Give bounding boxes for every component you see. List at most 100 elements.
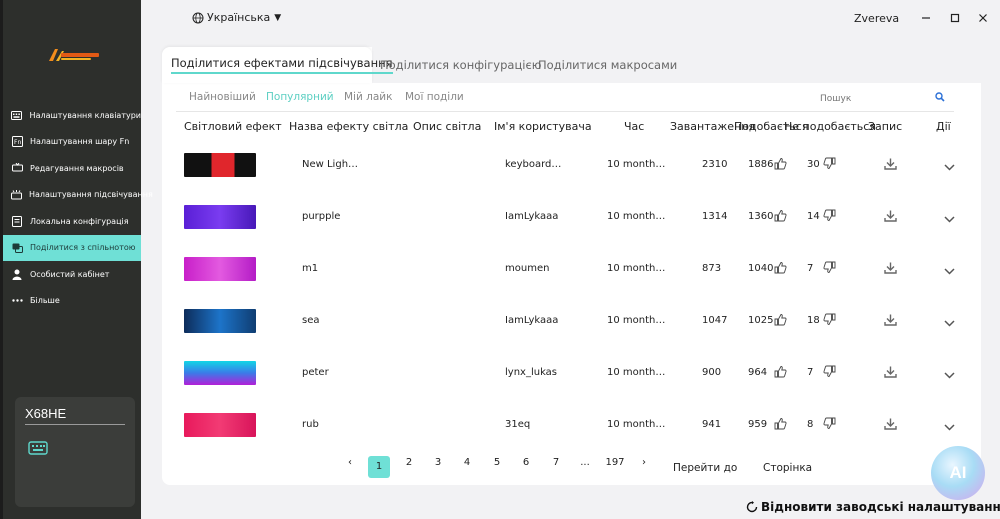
subtab-newest[interactable]: Найновіший [189,91,256,103]
sidebar-item-label: Налаштування клавіатури [29,110,141,120]
thumbs-up-icon[interactable] [774,417,787,433]
tab-share-lighting[interactable]: Поділитися ефектами підсвічування [162,47,393,83]
subtab-my-shares[interactable]: Мої поділи [405,91,464,103]
thumbs-down-icon[interactable] [823,261,836,277]
subtab-popular[interactable]: Популярний [266,91,334,103]
pagination-next[interactable]: › [633,457,655,468]
username-cell: 31eq [505,419,531,430]
share-icon [11,242,23,254]
effect-name: peter [302,367,329,378]
effect-name: m1 [302,263,319,274]
effect-thumbnail [184,309,256,333]
download-icon[interactable] [884,418,897,433]
pagination-page[interactable]: 6 [515,457,537,468]
likes-cell: 1040 [748,263,774,274]
table-row[interactable]: sea IamLykaaa 10 month… 1047 1025 18 [162,307,981,359]
pagination-page[interactable]: 5 [486,457,508,468]
chevron-down-icon[interactable] [944,213,955,226]
thumbs-down-icon[interactable] [823,313,836,329]
caret-down-icon: ▼ [274,12,282,23]
pagination-prev[interactable]: ‹ [339,457,361,468]
sidebar-item-light[interactable]: Налаштування підсвічування [3,182,153,209]
chevron-down-icon[interactable] [944,421,955,434]
chevron-down-icon[interactable] [944,161,955,174]
factory-reset-button[interactable]: Відновити заводські налаштування [746,500,1000,514]
brand-logo [47,46,101,64]
sidebar-item-person[interactable]: Особистий кабінет [3,261,141,288]
minimize-button[interactable] [918,10,934,26]
keyboard-icon[interactable] [28,441,48,458]
sidebar-item-config[interactable]: Локальна конфігурація [3,208,141,235]
chevron-down-icon[interactable] [944,317,955,330]
sidebar-item-label: Поділитися з спільнотою [30,243,136,253]
main-panel: Поділитися ефектами підсвічування Поділи… [162,47,981,485]
download-icon[interactable] [884,158,897,173]
factory-reset-label: Відновити заводські налаштування [761,500,1000,514]
sidebar-item-share[interactable]: Поділитися з спільнотою [3,234,141,261]
thumbs-down-icon[interactable] [823,417,836,433]
pagination-page[interactable]: ... [574,457,596,468]
table-row[interactable]: purpple IamLykaaa 10 month… 1314 1360 14 [162,203,981,255]
dislikes-cell: 7 [807,367,814,378]
tab-share-config[interactable]: Поділитися конфігурацією [380,47,541,83]
pagination-page[interactable]: 1 [368,456,390,478]
device-divider [25,424,125,425]
sidebar-item-fn[interactable]: Fn Налаштування шару Fn [3,129,141,156]
chevron-down-icon[interactable] [944,265,955,278]
language-selector[interactable]: Українська ▼ [192,11,281,24]
username-cell: moumen [505,263,550,274]
header-record: Запис [868,120,903,133]
page-label[interactable]: Сторінка [763,462,812,474]
thumbs-down-icon[interactable] [823,209,836,225]
downloads-cell: 873 [702,263,722,274]
likes-cell: 964 [748,367,768,378]
download-icon[interactable] [884,262,897,277]
thumbs-up-icon[interactable] [774,313,787,329]
chevron-down-icon[interactable] [944,369,955,382]
effect-thumbnail [184,153,256,177]
effect-name: New Ligh… [302,159,359,170]
search-input[interactable] [820,91,944,107]
dislikes-cell: 30 [807,159,820,170]
pagination-page[interactable]: 3 [427,457,449,468]
header-description: Опис світла [413,120,482,133]
pagination-page[interactable]: 7 [545,457,567,468]
table-row[interactable]: m1 moumen 10 month… 873 1040 7 [162,255,981,307]
table-row[interactable]: New Ligh… keyboard… 10 month… 2310 1886 30 [162,151,981,203]
thumbs-down-icon[interactable] [823,365,836,381]
sidebar-item-macro[interactable]: Редагування макросів [3,155,141,182]
effect-thumbnail [184,257,256,281]
sidebar-item-more[interactable]: Більше [3,288,141,315]
table-row[interactable]: peter lynx_lukas 10 month… 900 964 7 [162,359,981,411]
search-icon[interactable] [935,92,945,105]
table-row[interactable]: rub 31eq 10 month… 941 959 8 [162,411,981,463]
tab-share-macros[interactable]: Поділитися макросами [538,47,677,83]
downloads-cell: 1047 [702,315,728,326]
download-icon[interactable] [884,314,897,329]
header-actions: Дії [936,120,951,133]
subtab-my-likes[interactable]: Мій лайк [344,91,392,103]
sidebar-item-keyboard[interactable]: Налаштування клавіатури [3,102,141,129]
likes-cell: 959 [748,419,768,430]
downloads-cell: 900 [702,367,722,378]
downloads-cell: 1314 [702,211,728,222]
close-button[interactable] [975,10,991,26]
header-separator [176,111,954,112]
thumbs-up-icon[interactable] [774,365,787,381]
thumbs-up-icon[interactable] [774,261,787,277]
time-cell: 10 month… [607,263,666,274]
thumbs-up-icon[interactable] [774,209,787,225]
pagination-page[interactable]: 4 [456,457,478,468]
download-icon[interactable] [884,210,897,225]
download-icon[interactable] [884,366,897,381]
header-light-effect: Світловий ефект [184,120,282,133]
goto-page-button[interactable]: Перейти до [673,462,737,474]
header-effect-name: Назва ефекту світла [289,120,409,133]
maximize-button[interactable] [947,10,963,26]
ai-assistant-button[interactable]: AI [931,446,985,500]
thumbs-up-icon[interactable] [774,157,787,173]
pagination-page[interactable]: 2 [398,457,420,468]
pagination-page[interactable]: 197 [604,457,626,468]
thumbs-down-icon[interactable] [823,157,836,173]
time-cell: 10 month… [607,315,666,326]
